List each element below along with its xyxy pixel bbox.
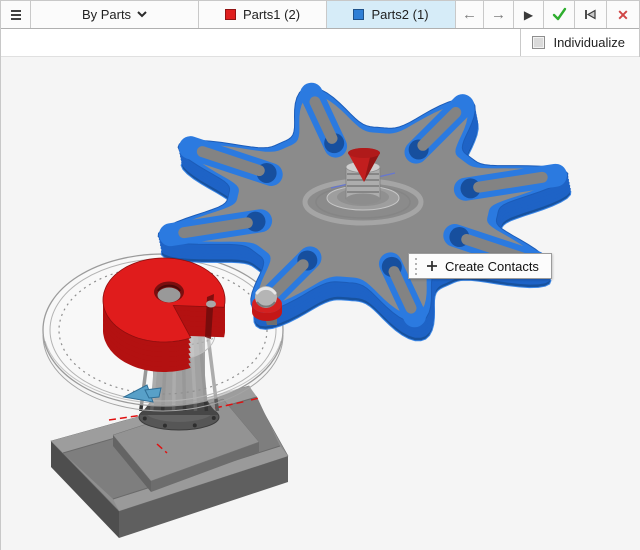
parts2-color-swatch: [353, 9, 364, 20]
skip-to-start-button[interactable]: [575, 1, 607, 28]
next-button[interactable]: →: [484, 1, 514, 28]
individualize-option: Individualize: [520, 29, 639, 56]
individualize-label: Individualize: [553, 35, 625, 50]
tab-parts1[interactable]: Parts1 (2): [199, 1, 327, 28]
previous-button[interactable]: ←: [456, 1, 484, 28]
play-icon: ▶: [524, 9, 533, 21]
close-button[interactable]: ✕: [607, 1, 639, 28]
options-bar: Individualize: [1, 29, 639, 57]
geneva-mechanism-scene: [1, 57, 640, 550]
create-contacts-label: Create Contacts: [445, 259, 539, 274]
tab-parts1-label: Parts1 (2): [243, 7, 300, 22]
plus-icon: [426, 260, 438, 272]
arrow-right-icon: →: [491, 7, 506, 22]
vertical-drag-dots-icon: [415, 258, 417, 275]
options-bar-spacer: [1, 29, 520, 56]
toolbar: By Parts Parts1 (2) Parts2 (1) ← → ▶: [1, 1, 639, 29]
parts1-color-swatch: [225, 9, 236, 20]
skip-to-start-icon: [583, 7, 598, 22]
menu-button[interactable]: [1, 1, 31, 28]
tab-parts2[interactable]: Parts2 (1): [327, 1, 456, 28]
green-check-icon: [551, 7, 568, 22]
arrow-left-icon: ←: [462, 7, 477, 22]
application-window: By Parts Parts1 (2) Parts2 (1) ← → ▶: [0, 0, 640, 550]
tab-parts2-label: Parts2 (1): [371, 7, 428, 22]
apply-button[interactable]: [544, 1, 575, 28]
chevron-down-icon: [137, 11, 147, 18]
3d-viewport[interactable]: Create Contacts: [1, 57, 640, 550]
hamburger-icon: [11, 10, 21, 20]
red-x-icon: ✕: [617, 8, 629, 22]
group-mode-label: By Parts: [82, 7, 131, 22]
create-contacts-button[interactable]: Create Contacts: [408, 253, 552, 279]
group-mode-dropdown[interactable]: By Parts: [31, 1, 199, 28]
play-button[interactable]: ▶: [514, 1, 544, 28]
individualize-checkbox[interactable]: [532, 36, 545, 49]
